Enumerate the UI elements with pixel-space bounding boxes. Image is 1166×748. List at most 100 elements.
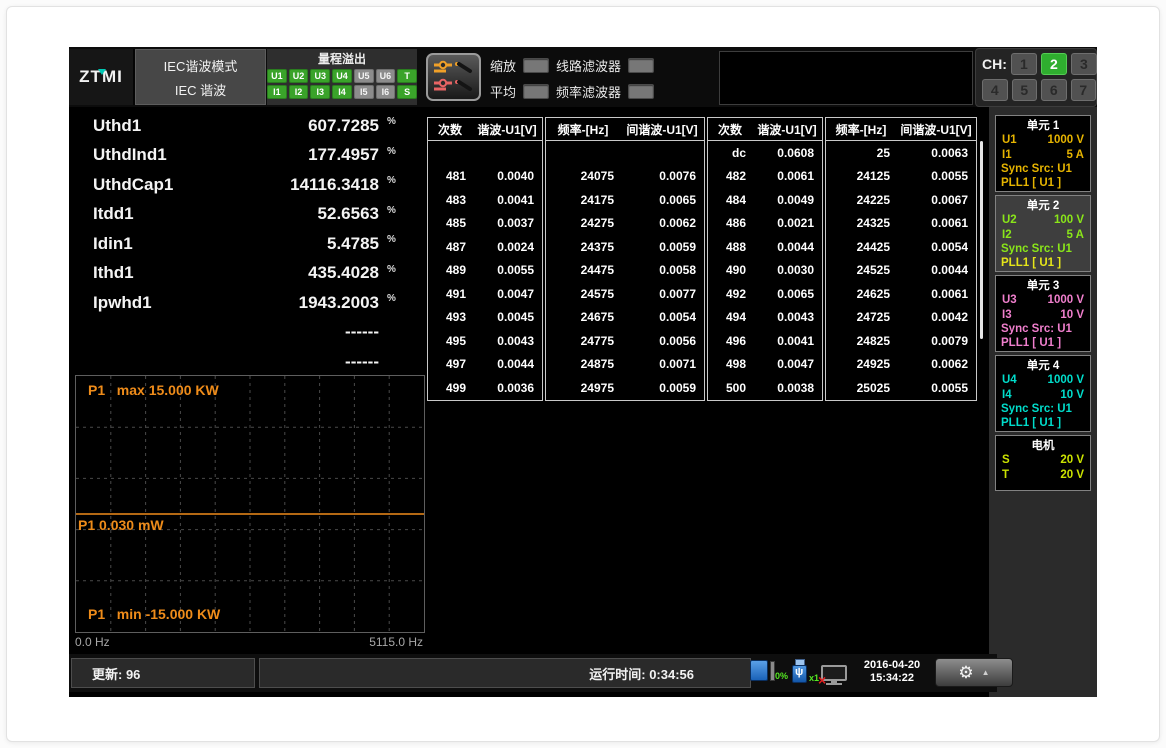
- channel-button-7[interactable]: 7: [1071, 79, 1097, 101]
- line-filter-indicator[interactable]: [628, 58, 654, 73]
- table-row: 247750.0056: [546, 329, 704, 353]
- table-cell: 0.0055: [898, 381, 976, 395]
- table-cell: 0.0037: [474, 216, 542, 230]
- table-cell: 499: [428, 381, 474, 395]
- table-row: 4990.0036: [428, 376, 542, 400]
- freq-filter-indicator[interactable]: [628, 84, 654, 99]
- motor-row: S20 V: [996, 453, 1090, 468]
- table-row: 4900.0030: [708, 259, 822, 283]
- unit-value: 10 V: [1060, 308, 1084, 323]
- overflow-chip-u2: U2: [289, 69, 309, 83]
- unit-row: I410 V: [996, 388, 1090, 403]
- table-cell: 24975: [546, 381, 622, 395]
- overflow-chip-i2: I2: [289, 85, 309, 99]
- table-header-row: 频率-[Hz]间谐波-U1[V]: [826, 118, 976, 141]
- table-cell: 24775: [546, 334, 622, 348]
- thd-measurements-panel: Uthd1607.7285%UthdInd1177.4957%UthdCap11…: [93, 111, 407, 377]
- runtime-text: 运行时间: 0:34:56: [589, 664, 694, 683]
- measurement-unit: %: [379, 146, 407, 157]
- table-cell: 481: [428, 169, 474, 183]
- table-row: 244250.0054: [826, 235, 976, 259]
- table-cell: 0.0045: [474, 310, 542, 324]
- table-scrollbar[interactable]: [980, 141, 983, 339]
- unit-title: 单元 3: [996, 277, 1090, 293]
- zoom-indicator[interactable]: [523, 58, 549, 73]
- table-cell: 24275: [546, 216, 622, 230]
- table-group-2: 频率-[Hz]间谐波-U1[V]240750.0076241750.006524…: [545, 117, 705, 401]
- settings-button[interactable]: ⚙ ▲: [935, 658, 1013, 687]
- chart-max-label: P1 max 15.000 KW: [88, 382, 219, 398]
- table-cell: 24525: [826, 263, 898, 277]
- unit-value: 100 V: [1054, 213, 1084, 228]
- table-group-3: 次数谐波-U1[V]dc0.06084820.00614840.00494860…: [707, 117, 823, 401]
- measurement-unit: %: [379, 175, 407, 186]
- unit-value: 5 A: [1067, 228, 1084, 243]
- overflow-chip-u3: U3: [310, 69, 330, 83]
- measurement-value: 5.4785: [223, 234, 379, 254]
- wiring-toggle-button[interactable]: [426, 53, 481, 101]
- overflow-chip-i5: I5: [354, 85, 374, 99]
- average-indicator[interactable]: [523, 84, 549, 99]
- table-cell: 0.0044: [898, 263, 976, 277]
- freq-filter-label: 频率滤波器: [556, 82, 621, 101]
- table-row: 245250.0044: [826, 259, 976, 283]
- table-cell: 0.0063: [898, 146, 976, 160]
- table-cell: 24175: [546, 193, 622, 207]
- unit-value: 1000 V: [1048, 373, 1084, 388]
- table-cell: 498: [708, 357, 754, 371]
- channel-button-1[interactable]: 1: [1011, 53, 1037, 75]
- unit-param: I3: [1002, 308, 1012, 323]
- table-cell: 24375: [546, 240, 622, 254]
- table-row: 245750.0077: [546, 282, 704, 306]
- chart-plot-area: P1 max 15.000 KW P1 0.030 mW P1 min -15.…: [75, 375, 425, 633]
- unit-sync-source: Sync Src: U1: [996, 402, 1090, 416]
- table-cell: 24675: [546, 310, 622, 324]
- update-counter: 更新: 96: [71, 658, 255, 688]
- table-cell: 484: [708, 193, 754, 207]
- channel-button-2[interactable]: 2: [1041, 53, 1067, 75]
- table-cell: 0.0042: [898, 310, 976, 324]
- overflow-chip-u1: U1: [267, 69, 287, 83]
- table-cell: 0.0030: [754, 263, 822, 277]
- table-row: 249750.0059: [546, 376, 704, 400]
- table-header-cell: 频率-[Hz]: [546, 121, 622, 138]
- table-cell: 24125: [826, 169, 898, 183]
- measurement-name: Uthd1: [93, 116, 223, 136]
- table-cell: 24825: [826, 334, 898, 348]
- table-row: 4840.0049: [708, 188, 822, 212]
- unit-pll: PLL1 [ U1 ]: [996, 256, 1090, 270]
- table-cell: 0.0036: [474, 381, 542, 395]
- table-row: 246250.0061: [826, 282, 976, 306]
- table-cell: 488: [708, 240, 754, 254]
- unit-param: U1: [1002, 133, 1017, 148]
- measurement-value: ------: [223, 322, 379, 342]
- channel-button-4[interactable]: 4: [982, 79, 1008, 101]
- unit-row: U2100 V: [996, 213, 1090, 228]
- measurement-unit: %: [379, 264, 407, 275]
- top-bar: ZTMI IEC谐波模式 IEC 谐波 量程溢出 U1U2U3U4U5U6T I…: [69, 47, 1097, 107]
- measurement-unit: %: [379, 116, 407, 127]
- unit-sidebar: 单元 1U11000 VI15 ASync Src: U1PLL1 [ U1 ]…: [989, 107, 1097, 697]
- table-cell: 0.0061: [898, 216, 976, 230]
- table-row: [546, 141, 704, 165]
- table-cell: 0.0055: [474, 263, 542, 277]
- mode-line-2: IEC 谐波: [175, 80, 226, 99]
- channel-button-3[interactable]: 3: [1071, 53, 1097, 75]
- table-cell: 24725: [826, 310, 898, 324]
- overflow-chip-i4: I4: [332, 85, 352, 99]
- table-cell: 500: [708, 381, 754, 395]
- storage-icon: [750, 659, 774, 681]
- table-header-cell: 间谐波-U1[V]: [898, 121, 976, 138]
- chart-min-label: P1 min -15.000 KW: [88, 606, 220, 622]
- channel-button-5[interactable]: 5: [1012, 79, 1038, 101]
- app-window: ZTMI IEC谐波模式 IEC 谐波 量程溢出 U1U2U3U4U5U6T I…: [6, 6, 1160, 742]
- table-cell: 0.0024: [474, 240, 542, 254]
- measurement-name: Idin1: [93, 234, 223, 254]
- measurement-value: ------: [223, 352, 379, 372]
- overflow-row-current: I1I2I3I4I5I6S: [267, 85, 417, 99]
- unit-param: I2: [1002, 228, 1012, 243]
- filter-row-1: 缩放 线路滤波器: [490, 55, 714, 75]
- unit-panels: 单元 1U11000 VI15 ASync Src: U1PLL1 [ U1 ]…: [995, 115, 1091, 494]
- table-header-cell: 谐波-U1[V]: [474, 121, 542, 138]
- channel-button-6[interactable]: 6: [1041, 79, 1067, 101]
